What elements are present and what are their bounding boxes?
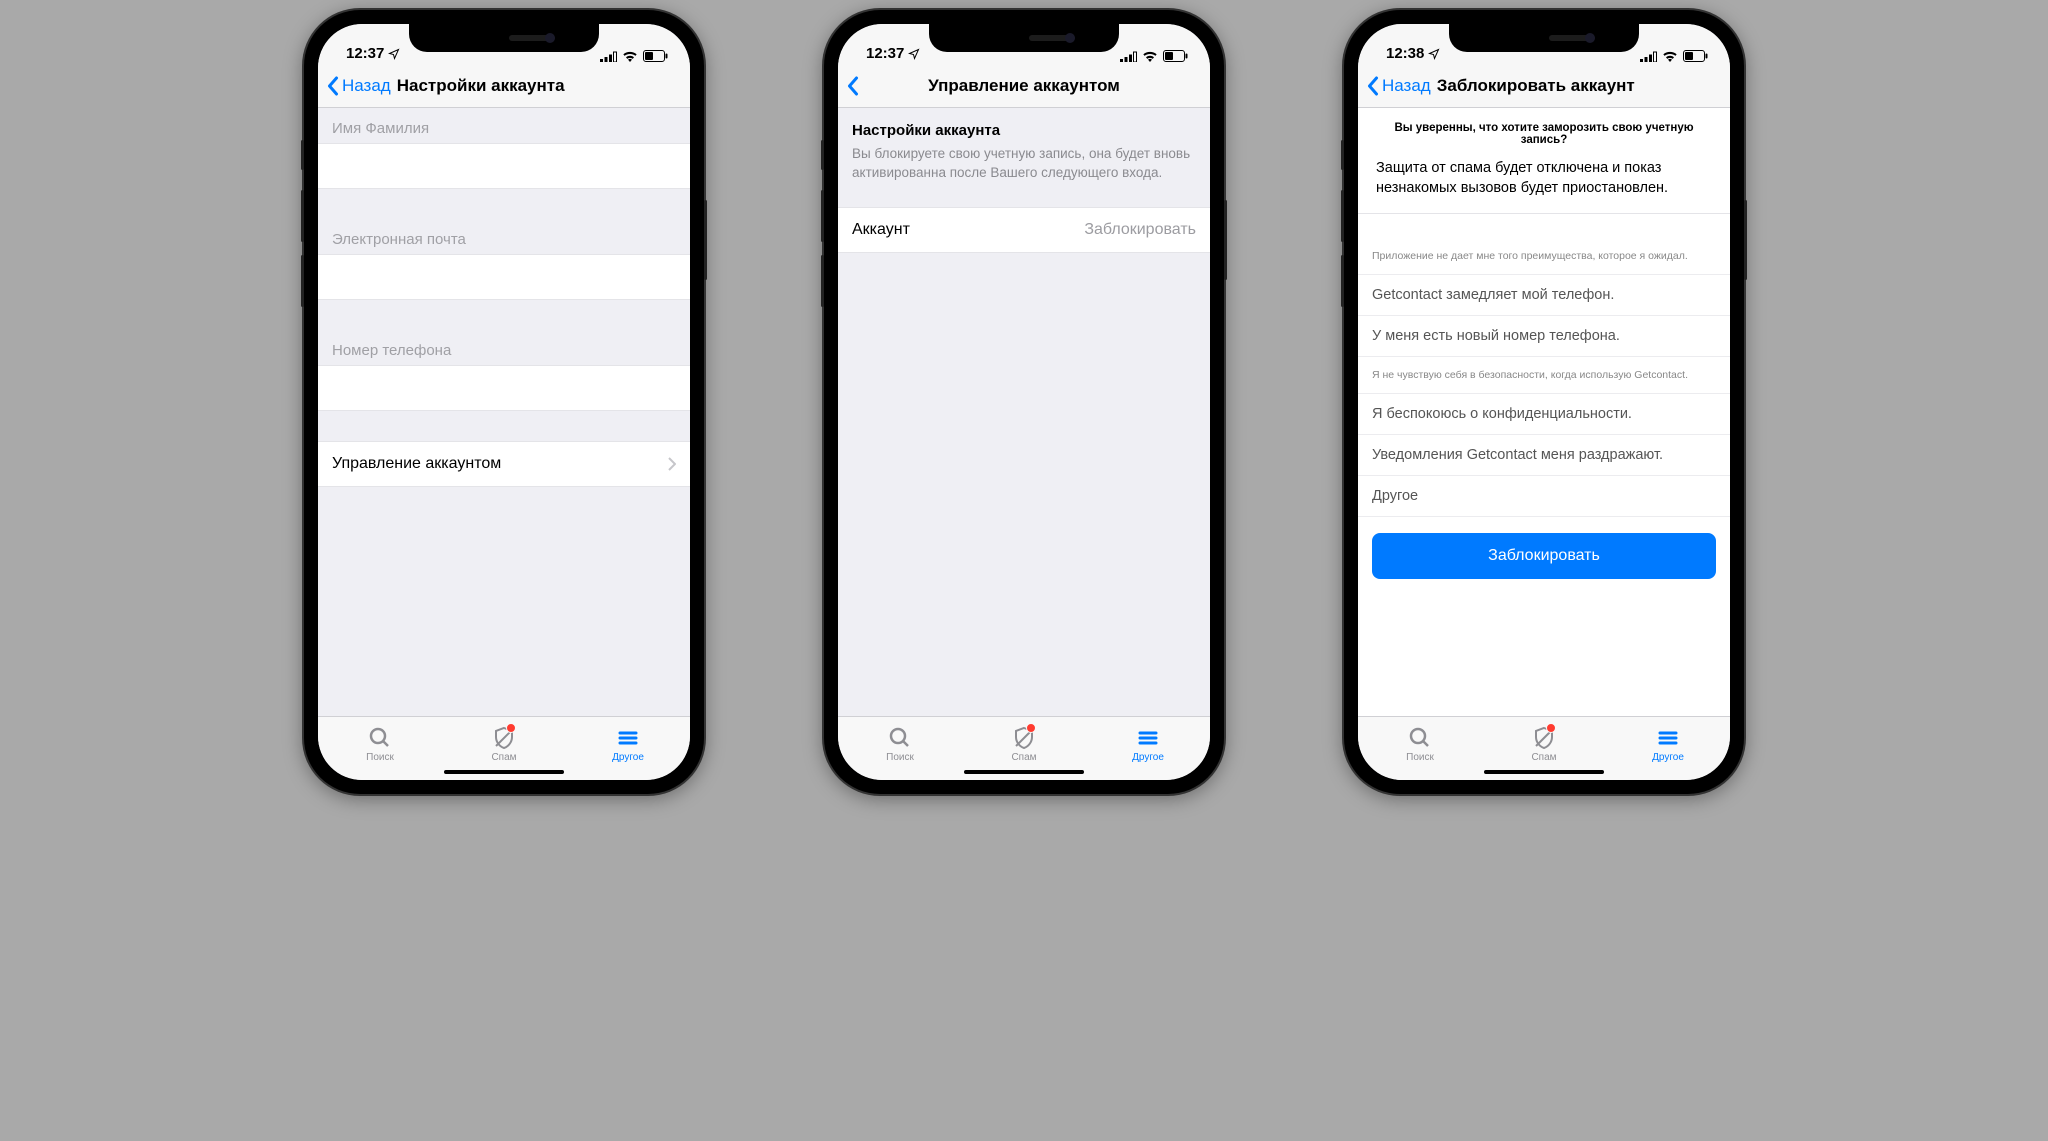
block-account-row[interactable]: Аккаунт Заблокировать	[838, 207, 1210, 253]
name-label: Имя Фамилия	[318, 108, 690, 143]
reason-option[interactable]: Getcontact замедляет мой телефон.	[1358, 275, 1730, 316]
tab-search-label: Поиск	[886, 752, 914, 763]
tab-search-label: Поиск	[1406, 752, 1434, 763]
wifi-icon	[1662, 50, 1678, 62]
manage-account-row[interactable]: Управление аккаунтом	[318, 441, 690, 487]
tab-spam-label: Спам	[1531, 752, 1556, 763]
page-title: Управление аккаунтом	[838, 76, 1210, 96]
tab-search[interactable]: Поиск	[318, 717, 442, 772]
phone-frame-3: 12:38 Назад Заблокировать аккаунт Вы уве…	[1344, 10, 1744, 794]
reason-option[interactable]: Я беспокоюсь о конфиденциальности.	[1358, 394, 1730, 435]
menu-icon	[616, 726, 640, 750]
confirm-message: Защита от спама будет отключена и показ …	[1372, 158, 1716, 199]
reason-list: Приложение не дает мне того преимущества…	[1358, 238, 1730, 517]
menu-icon	[1136, 726, 1160, 750]
phone-frame-1: 12:37 Назад Настройки аккаунта Имя Фамил…	[304, 10, 704, 794]
reason-option[interactable]: Уведомления Getcontact меня раздражают.	[1358, 435, 1730, 476]
tab-other[interactable]: Другое	[1606, 717, 1730, 772]
battery-icon	[643, 50, 668, 62]
tab-other-label: Другое	[1652, 752, 1684, 763]
tab-search[interactable]: Поиск	[838, 717, 962, 772]
reason-option[interactable]: Другое	[1358, 476, 1730, 517]
home-indicator[interactable]	[1484, 770, 1604, 774]
manage-account-label: Управление аккаунтом	[332, 455, 501, 473]
email-label: Электронная почта	[318, 219, 690, 254]
nav-bar: Назад Заблокировать аккаунт	[1358, 64, 1730, 108]
search-icon	[888, 726, 912, 750]
status-time: 12:37	[346, 45, 384, 62]
page-title: Заблокировать аккаунт	[1437, 76, 1635, 96]
tab-spam-label: Спам	[1011, 752, 1036, 763]
home-indicator[interactable]	[964, 770, 1084, 774]
menu-icon	[1656, 726, 1680, 750]
status-time: 12:37	[866, 45, 904, 62]
tab-spam[interactable]: Спам	[1482, 717, 1606, 772]
section-description: Вы блокируете свою учетную запись, она б…	[852, 145, 1196, 183]
tab-other[interactable]: Другое	[1086, 717, 1210, 772]
tab-other[interactable]: Другое	[566, 717, 690, 772]
wifi-icon	[622, 50, 638, 62]
nav-bar: Управление аккаунтом	[838, 64, 1210, 108]
location-icon	[1428, 48, 1440, 60]
cellular-icon	[1120, 51, 1137, 62]
back-button[interactable]	[846, 76, 859, 96]
account-row-action: Заблокировать	[1084, 221, 1196, 239]
name-field[interactable]	[318, 143, 690, 189]
tab-other-label: Другое	[1132, 752, 1164, 763]
back-label: Назад	[342, 76, 391, 96]
phone-frame-2: 12:37 Управление аккаунтом Настройки акк…	[824, 10, 1224, 794]
phone-field[interactable]	[318, 365, 690, 411]
back-button[interactable]: Назад	[1366, 76, 1431, 96]
search-icon	[1408, 726, 1432, 750]
email-field[interactable]	[318, 254, 690, 300]
tab-spam[interactable]: Спам	[442, 717, 566, 772]
reason-option[interactable]: Приложение не дает мне того преимущества…	[1358, 238, 1730, 275]
back-button[interactable]: Назад	[326, 76, 391, 96]
chevron-left-icon	[1366, 76, 1379, 96]
tab-other-label: Другое	[612, 752, 644, 763]
status-time: 12:38	[1386, 45, 1424, 62]
battery-icon	[1163, 50, 1188, 62]
chevron-left-icon	[326, 76, 339, 96]
chevron-right-icon	[668, 457, 676, 471]
section-heading: Настройки аккаунта	[852, 122, 1196, 139]
location-icon	[388, 48, 400, 60]
chevron-left-icon	[846, 76, 859, 96]
wifi-icon	[1142, 50, 1158, 62]
block-button[interactable]: Заблокировать	[1372, 533, 1716, 579]
home-indicator[interactable]	[444, 770, 564, 774]
page-title: Настройки аккаунта	[397, 76, 565, 96]
search-icon	[368, 726, 392, 750]
location-icon	[908, 48, 920, 60]
cellular-icon	[600, 51, 617, 62]
tab-spam[interactable]: Спам	[962, 717, 1086, 772]
back-label: Назад	[1382, 76, 1431, 96]
reason-option[interactable]: Я не чувствую себя в безопасности, когда…	[1358, 357, 1730, 394]
reason-option[interactable]: У меня есть новый номер телефона.	[1358, 316, 1730, 357]
tab-spam-label: Спам	[491, 752, 516, 763]
battery-icon	[1683, 50, 1708, 62]
confirm-question: Вы уверенны, что хотите заморозить свою …	[1372, 122, 1716, 146]
nav-bar: Назад Настройки аккаунта	[318, 64, 690, 108]
cellular-icon	[1640, 51, 1657, 62]
account-row-label: Аккаунт	[852, 221, 910, 239]
phone-label: Номер телефона	[318, 330, 690, 365]
tab-search-label: Поиск	[366, 752, 394, 763]
tab-search[interactable]: Поиск	[1358, 717, 1482, 772]
